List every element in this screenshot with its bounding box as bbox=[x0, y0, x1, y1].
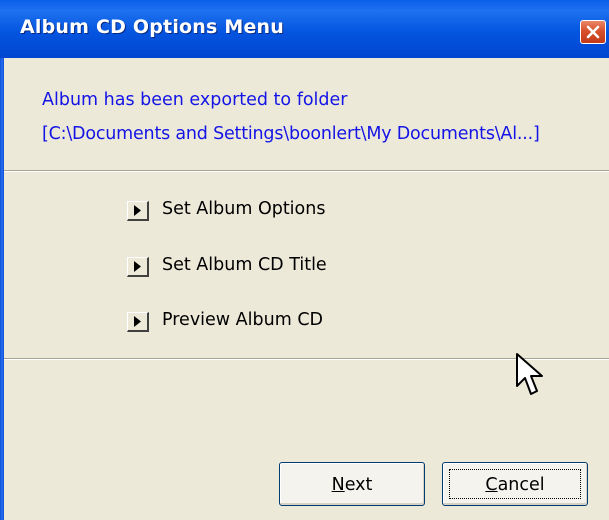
export-folder-path: [C:\Documents and Settings\boonlert\My D… bbox=[42, 124, 540, 144]
next-mnemonic: N bbox=[331, 475, 345, 495]
cancel-button[interactable]: Cancel bbox=[442, 462, 588, 506]
cancel-button-label: Cancel bbox=[443, 475, 587, 495]
cancel-label-rest: ancel bbox=[497, 475, 545, 495]
menu-item-label[interactable]: Set Album Options bbox=[162, 199, 325, 219]
play-arrow-icon[interactable] bbox=[127, 312, 149, 332]
play-arrow-icon[interactable] bbox=[127, 257, 149, 277]
cancel-mnemonic: C bbox=[485, 475, 498, 495]
window-frame-left bbox=[0, 58, 4, 520]
mouse-pointer-icon bbox=[516, 353, 543, 395]
next-button-label: Next bbox=[280, 475, 424, 495]
play-arrow-icon[interactable] bbox=[127, 201, 149, 221]
menu-item-label[interactable]: Set Album CD Title bbox=[162, 255, 327, 275]
window-title: Album CD Options Menu bbox=[20, 16, 284, 38]
menu-item-label[interactable]: Preview Album CD bbox=[162, 310, 323, 330]
close-button[interactable] bbox=[580, 20, 606, 44]
next-label-rest: ext bbox=[344, 475, 373, 495]
title-bar[interactable]: Album CD Options Menu bbox=[0, 0, 609, 58]
next-button[interactable]: Next bbox=[279, 462, 425, 506]
album-cd-options-dialog: Album CD Options Menu Album has been exp… bbox=[0, 0, 609, 520]
export-status-message: Album has been exported to folder bbox=[42, 90, 348, 110]
top-divider bbox=[4, 170, 609, 172]
close-icon bbox=[586, 25, 600, 39]
